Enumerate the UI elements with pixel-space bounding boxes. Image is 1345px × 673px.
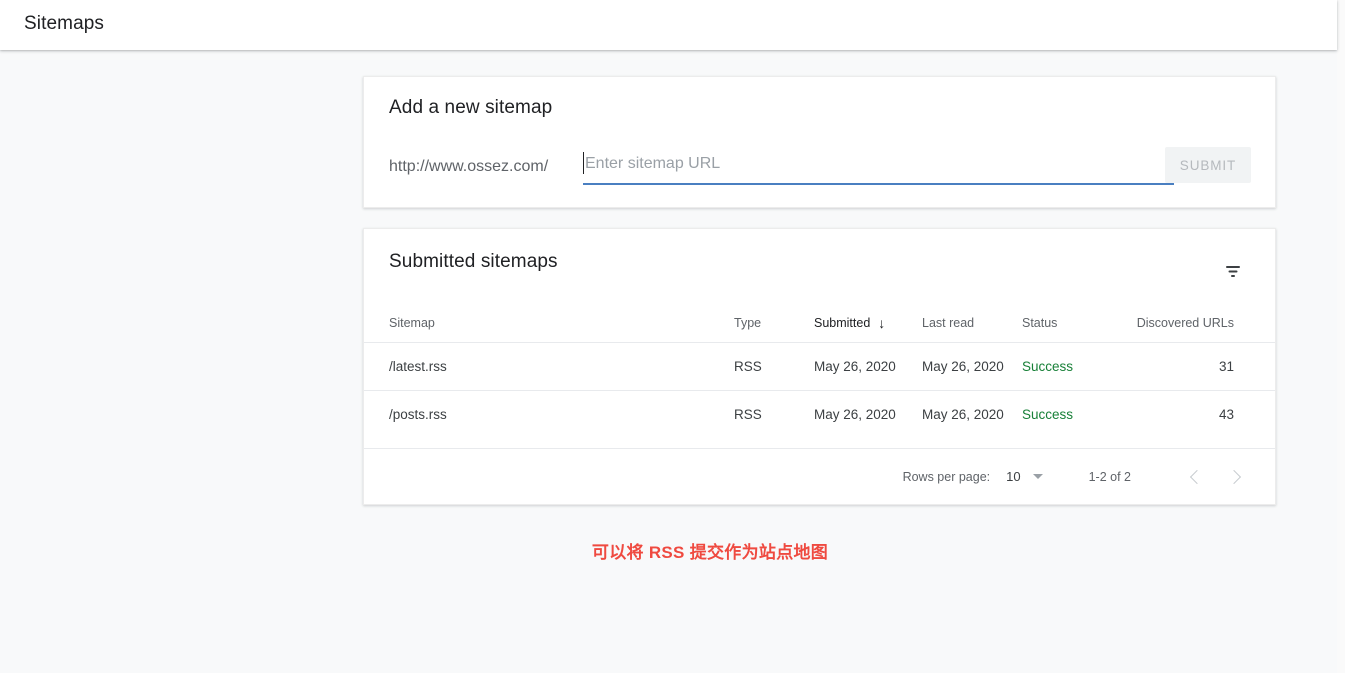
right-edge-strip bbox=[1337, 0, 1345, 673]
next-page-button[interactable] bbox=[1215, 457, 1255, 497]
sitemap-url-field[interactable] bbox=[583, 149, 1174, 185]
column-header-last-read[interactable]: Last read bbox=[922, 316, 974, 330]
cell-sitemap: /posts.rss bbox=[389, 407, 447, 422]
pagination-range-label: 1-2 of 2 bbox=[1089, 470, 1131, 484]
previous-page-button[interactable] bbox=[1175, 457, 1215, 497]
status-badge: Success bbox=[1022, 359, 1073, 374]
column-header-status[interactable]: Status bbox=[1022, 316, 1057, 330]
add-sitemap-card: Add a new sitemap http://www.ossez.com/ … bbox=[363, 76, 1276, 208]
sort-descending-icon: ↓ bbox=[878, 315, 885, 331]
rows-per-page-select[interactable]: 10 bbox=[1006, 469, 1020, 484]
cell-submitted: May 26, 2020 bbox=[814, 407, 896, 422]
column-header-discovered-urls[interactable]: Discovered URLs bbox=[1074, 316, 1234, 330]
chevron-down-icon[interactable] bbox=[1033, 474, 1043, 479]
text-cursor bbox=[583, 152, 584, 174]
cell-last-read: May 26, 2020 bbox=[922, 359, 1004, 374]
status-badge: Success bbox=[1022, 407, 1073, 422]
page-title: Sitemaps bbox=[24, 9, 104, 39]
add-sitemap-title: Add a new sitemap bbox=[389, 97, 552, 119]
cell-type: RSS bbox=[734, 407, 762, 422]
submitted-sitemaps-card: Submitted sitemaps Sitemap Type Submitte… bbox=[363, 228, 1276, 505]
cell-last-read: May 26, 2020 bbox=[922, 407, 1004, 422]
filter-icon bbox=[1223, 261, 1243, 281]
submit-button[interactable]: SUBMIT bbox=[1165, 147, 1251, 183]
sitemap-url-row: http://www.ossez.com/ bbox=[389, 149, 1251, 189]
cell-discovered-urls: 31 bbox=[1074, 359, 1234, 374]
column-header-type[interactable]: Type bbox=[734, 316, 761, 330]
cell-submitted: May 26, 2020 bbox=[814, 359, 896, 374]
caption-text: 可以将 RSS 提交作为站点地图 bbox=[0, 538, 1345, 563]
chevron-right-icon bbox=[1226, 469, 1240, 483]
column-header-sitemap[interactable]: Sitemap bbox=[389, 316, 435, 330]
column-header-submitted-label: Submitted bbox=[814, 316, 870, 330]
sitemap-url-input[interactable] bbox=[585, 149, 1170, 179]
rows-per-page-label: Rows per page: bbox=[903, 470, 991, 484]
table-pagination: Rows per page: 10 1-2 of 2 bbox=[364, 448, 1275, 504]
cell-discovered-urls: 43 bbox=[1074, 407, 1234, 422]
table-header-row: Sitemap Type Submitted ↓ Last read Status… bbox=[364, 304, 1275, 342]
chevron-left-icon bbox=[1189, 469, 1203, 483]
sitemaps-table: Sitemap Type Submitted ↓ Last read Status… bbox=[364, 304, 1275, 438]
cell-type: RSS bbox=[734, 359, 762, 374]
app-header: Sitemaps bbox=[0, 0, 1337, 50]
table-row[interactable]: /latest.rss RSS May 26, 2020 May 26, 202… bbox=[364, 342, 1275, 390]
filter-button[interactable] bbox=[1213, 251, 1253, 291]
submitted-sitemaps-title: Submitted sitemaps bbox=[389, 251, 558, 273]
cell-sitemap: /latest.rss bbox=[389, 359, 447, 374]
table-row[interactable]: /posts.rss RSS May 26, 2020 May 26, 2020… bbox=[364, 390, 1275, 438]
column-header-submitted[interactable]: Submitted ↓ bbox=[814, 315, 885, 331]
sitemap-url-prefix: http://www.ossez.com/ bbox=[389, 155, 548, 179]
